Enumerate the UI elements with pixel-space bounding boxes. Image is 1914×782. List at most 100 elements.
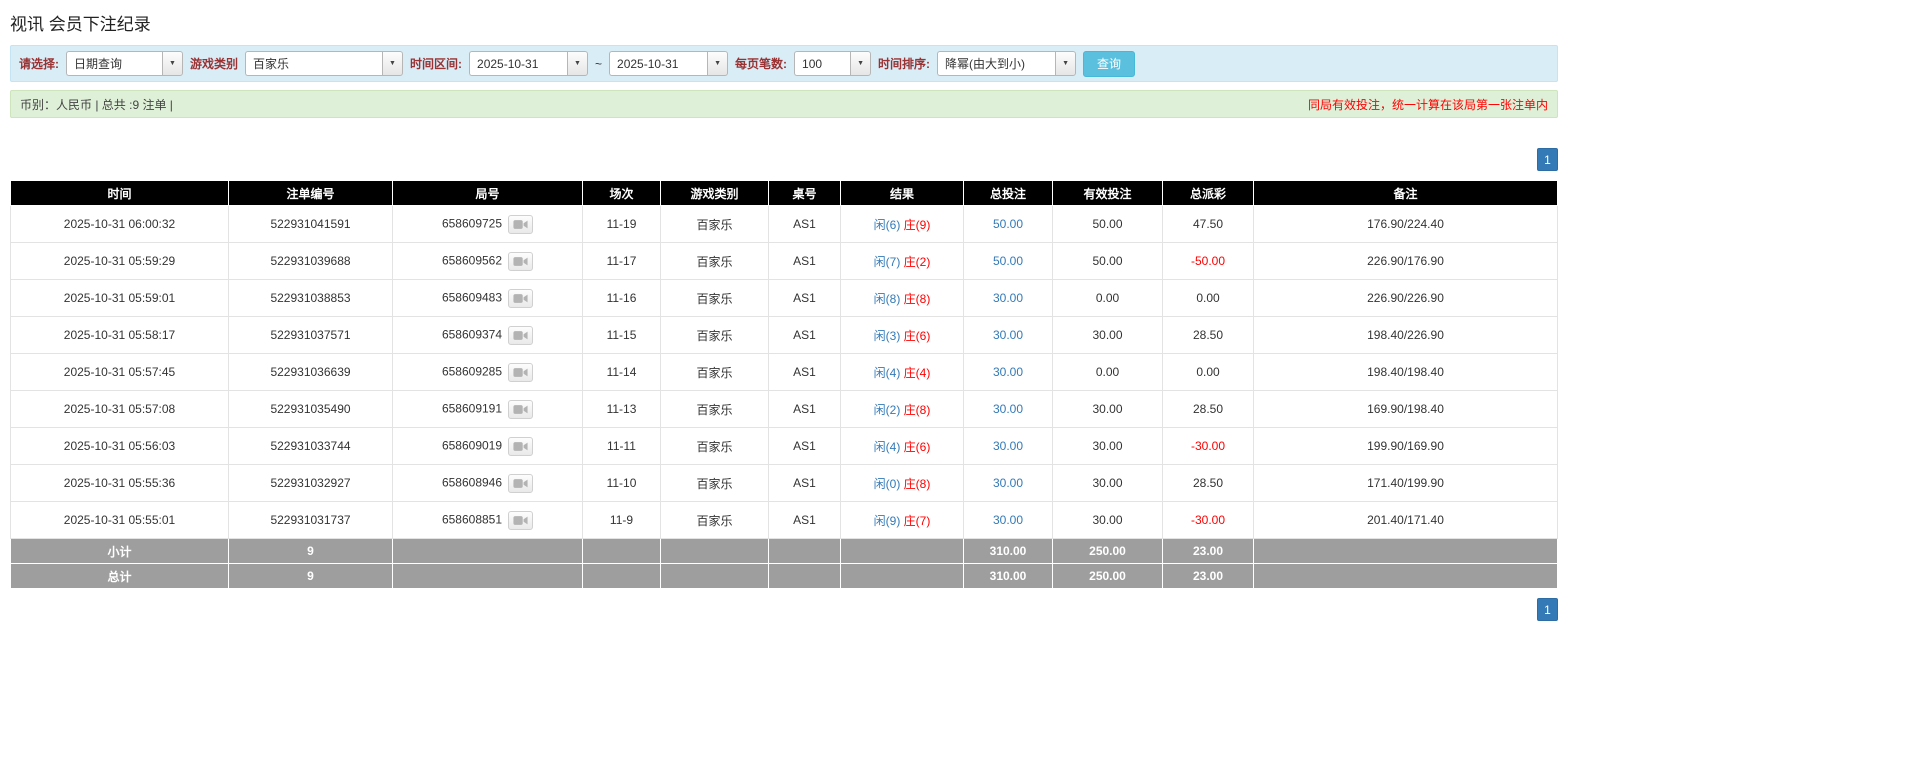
cell-total-bet: 30.00: [963, 427, 1053, 465]
cell-bet-id: 522931041591: [228, 205, 393, 243]
table-row: 2025-10-31 06:00:32 522931041591 658609725…: [10, 205, 1558, 243]
cell-result: 闲(6) 庄(9): [840, 205, 964, 243]
game-type-dropdown-button[interactable]: ▼: [382, 51, 404, 76]
total-bet-link[interactable]: 30.00: [993, 402, 1023, 416]
cell-payout: 47.50: [1162, 205, 1254, 243]
video-camera-icon: [513, 256, 528, 266]
summary-empty-cell: [660, 563, 769, 589]
column-header: 结果: [840, 180, 964, 206]
chevron-down-icon: ▼: [1062, 60, 1069, 67]
table-row: 2025-10-31 05:56:03 522931033744 658609019…: [10, 427, 1558, 465]
total-bet-link[interactable]: 30.00: [993, 328, 1023, 342]
date-from-input[interactable]: [469, 51, 568, 76]
content-container: 视讯 会员下注纪录 请选择: ▼ 游戏类别 ▼ 时间区间: ▼ ~ ▼ 每页笔数…: [10, 0, 1558, 621]
summary-empty-cell: [1253, 538, 1558, 564]
cell-game-type: 百家乐: [660, 205, 769, 243]
cell-session: 11-9: [582, 501, 661, 539]
info-bar: 币别：人民币 | 总共 :9 注单 | 同局有效投注，统一计算在该局第一张注单内: [10, 90, 1558, 118]
page-1-button[interactable]: 1: [1537, 148, 1558, 171]
cell-remark: 198.40/198.40: [1253, 353, 1558, 391]
page-1-button[interactable]: 1: [1537, 598, 1558, 621]
round-id-text: 658609562: [441, 253, 503, 268]
summary-empty-cell: [840, 538, 964, 564]
cell-time: 2025-10-31 05:55:36: [10, 464, 229, 502]
date-to-input[interactable]: [609, 51, 708, 76]
sort-order-input[interactable]: [937, 51, 1056, 76]
total-bet-link[interactable]: 30.00: [993, 291, 1023, 305]
cell-session: 11-15: [582, 316, 661, 354]
cell-table-no: AS1: [768, 279, 841, 317]
cell-result: 闲(3) 庄(6): [840, 316, 964, 354]
cell-time: 2025-10-31 05:55:01: [10, 501, 229, 539]
cell-result: 闲(2) 庄(8): [840, 390, 964, 428]
result-player: 闲(7): [873, 254, 901, 269]
video-replay-button[interactable]: [508, 362, 534, 382]
result-player: 闲(3): [873, 328, 901, 343]
video-replay-button[interactable]: [508, 214, 534, 234]
cell-valid-bet: 30.00: [1052, 390, 1163, 428]
total-bet-link[interactable]: 50.00: [993, 217, 1023, 231]
cell-payout: 28.50: [1162, 390, 1254, 428]
round-id-text: 658609019: [441, 438, 503, 453]
cell-round-id: 658609374: [392, 316, 583, 354]
date-from-combobox: ▼: [469, 51, 589, 76]
summary-row: 总计 9 310.00 250.00 23.00: [10, 563, 1558, 589]
cell-result: 闲(9) 庄(7): [840, 501, 964, 539]
table-row: 2025-10-31 05:55:36 522931032927 658608946…: [10, 464, 1558, 502]
cell-game-type: 百家乐: [660, 501, 769, 539]
video-replay-button[interactable]: [508, 399, 534, 419]
cell-valid-bet: 0.00: [1052, 353, 1163, 391]
cell-payout: 0.00: [1162, 279, 1254, 317]
column-header: 桌号: [768, 180, 841, 206]
video-replay-button[interactable]: [508, 288, 534, 308]
video-replay-button[interactable]: [508, 251, 534, 271]
total-bet-link[interactable]: 30.00: [993, 513, 1023, 527]
cell-game-type: 百家乐: [660, 242, 769, 280]
search-button[interactable]: 查询: [1083, 50, 1136, 77]
cell-remark: 226.90/176.90: [1253, 242, 1558, 280]
pagination-top: 1: [10, 148, 1558, 171]
sort-order-dropdown-button[interactable]: ▼: [1055, 51, 1077, 76]
total-bet-link[interactable]: 30.00: [993, 476, 1023, 490]
table-row: 2025-10-31 05:59:29 522931039688 658609562…: [10, 242, 1558, 280]
video-replay-button[interactable]: [508, 436, 534, 456]
select-type-combobox: ▼: [66, 51, 183, 76]
summary-valid-bet: 250.00: [1052, 538, 1163, 564]
game-type-input[interactable]: [245, 51, 383, 76]
cell-bet-id: 522931036639: [228, 353, 393, 391]
video-camera-icon: [513, 293, 528, 303]
cell-remark: 176.90/224.40: [1253, 205, 1558, 243]
video-camera-icon: [513, 441, 528, 451]
date-range-separator: ~: [595, 56, 603, 71]
column-header: 总派彩: [1162, 180, 1254, 206]
cell-time: 2025-10-31 06:00:32: [10, 205, 229, 243]
cell-time: 2025-10-31 05:56:03: [10, 427, 229, 465]
summary-empty-cell: [582, 538, 661, 564]
total-bet-link[interactable]: 30.00: [993, 439, 1023, 453]
summary-empty-cell: [582, 563, 661, 589]
cell-table-no: AS1: [768, 464, 841, 502]
cell-result: 闲(7) 庄(2): [840, 242, 964, 280]
cell-session: 11-14: [582, 353, 661, 391]
cell-time: 2025-10-31 05:58:17: [10, 316, 229, 354]
select-type-input[interactable]: [66, 51, 162, 76]
page-size-dropdown-button[interactable]: ▼: [850, 51, 872, 76]
summary-payout: 23.00: [1162, 563, 1254, 589]
total-bet-link[interactable]: 50.00: [993, 254, 1023, 268]
date-from-dropdown-button[interactable]: ▼: [567, 51, 589, 76]
summary-count: 9: [228, 538, 393, 564]
cell-session: 11-19: [582, 205, 661, 243]
select-type-dropdown-button[interactable]: ▼: [162, 51, 183, 76]
total-bet-link[interactable]: 30.00: [993, 365, 1023, 379]
cell-valid-bet: 30.00: [1052, 316, 1163, 354]
game-type-label: 游戏类别: [190, 57, 239, 71]
table-header-row: 时间 注单编号 局号 场次 游戏类别 桌号 结果 总投注 有效投注 总派彩 备注: [10, 180, 1558, 206]
cell-bet-id: 522931033744: [228, 427, 393, 465]
video-replay-button[interactable]: [508, 325, 534, 345]
cell-table-no: AS1: [768, 242, 841, 280]
video-replay-button[interactable]: [508, 473, 534, 493]
date-to-dropdown-button[interactable]: ▼: [707, 51, 729, 76]
page-size-input[interactable]: [794, 51, 851, 76]
video-replay-button[interactable]: [508, 510, 534, 530]
result-banker: 庄(8): [903, 291, 931, 306]
